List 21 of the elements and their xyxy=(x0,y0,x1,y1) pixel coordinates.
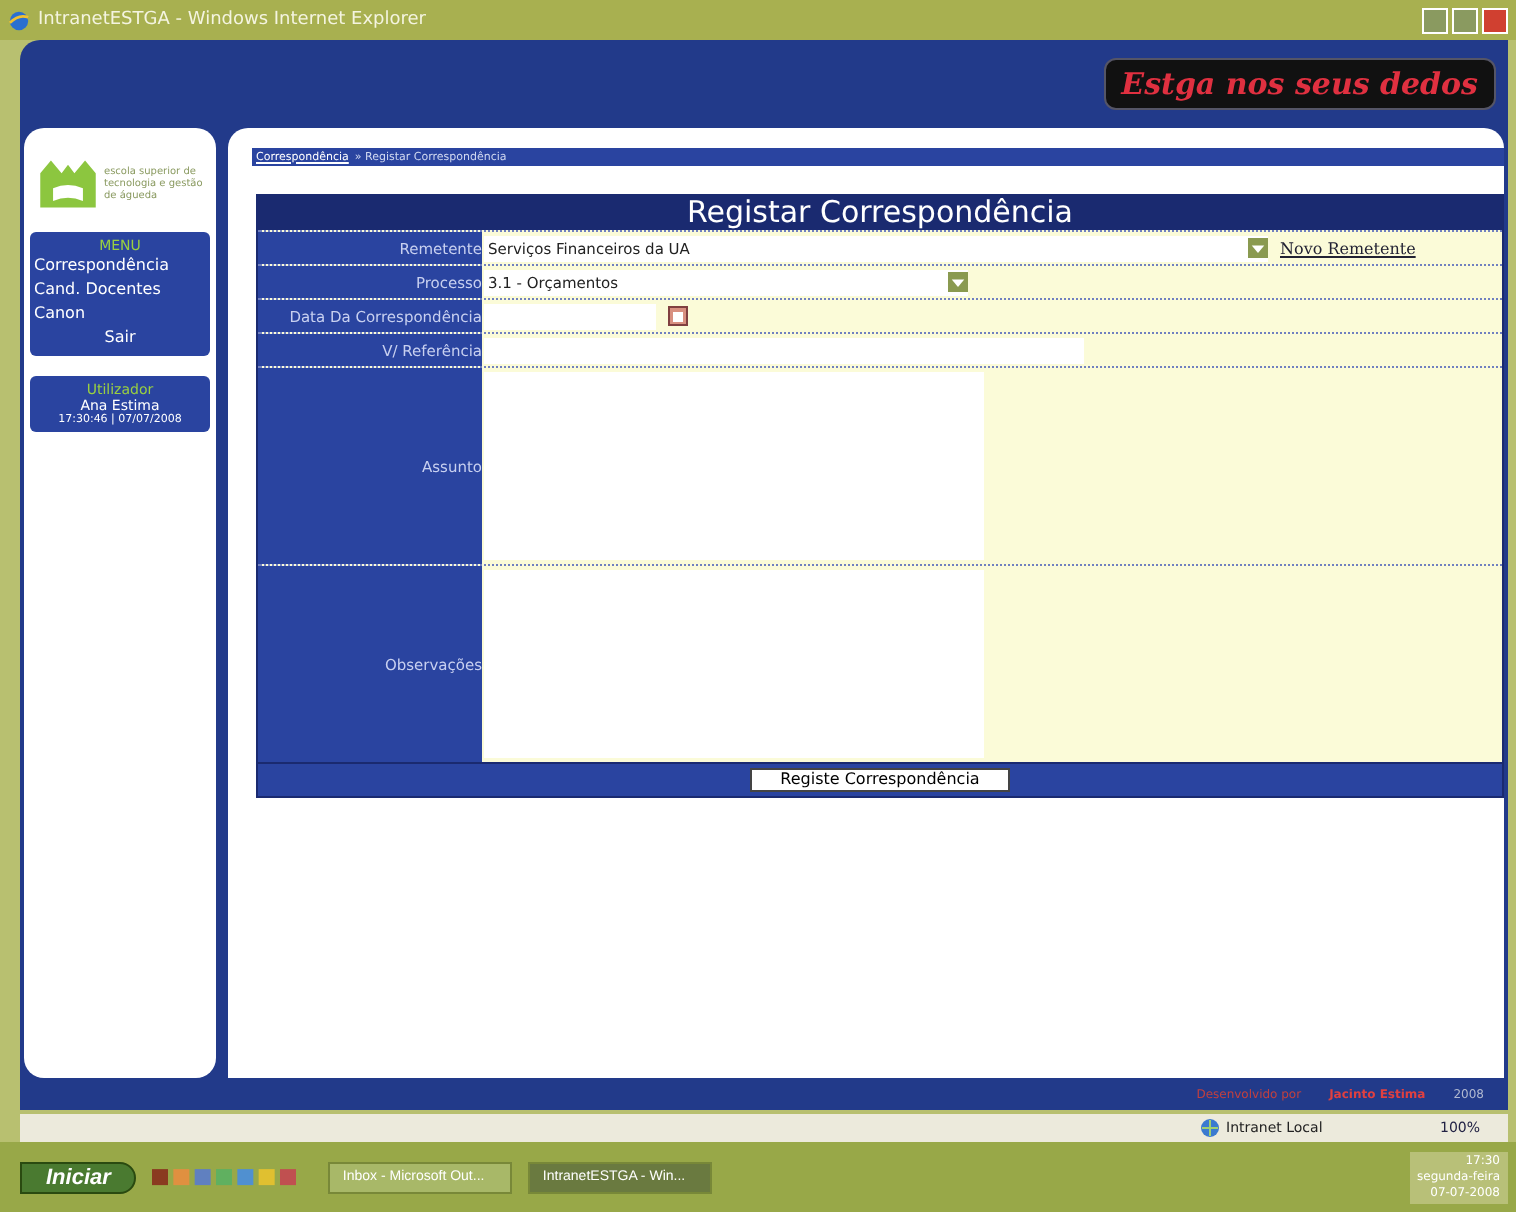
menu-item[interactable]: Correspondência xyxy=(34,254,206,278)
calendar-icon[interactable] xyxy=(668,306,688,326)
submit-button[interactable]: Registe Correspondência xyxy=(750,768,1010,792)
dropdown-icon xyxy=(948,272,968,292)
menu-item[interactable]: Canon xyxy=(34,302,206,326)
browser-icon xyxy=(8,9,30,31)
menu-item[interactable]: Cand. Docentes xyxy=(34,278,206,302)
start-button[interactable]: Iniciar xyxy=(20,1161,137,1193)
reference-field[interactable] xyxy=(484,337,1084,363)
logo-icon xyxy=(36,156,100,212)
new-sender-link[interactable]: Novo Remetente xyxy=(1280,239,1416,257)
slogan: Estga nos seus dedos xyxy=(1103,58,1496,110)
window-title: IntranetESTGA - Windows Internet Explorer xyxy=(38,10,426,30)
minimize-button[interactable] xyxy=(1422,7,1448,33)
form-title: Registar Correspondência xyxy=(258,196,1502,230)
maximize-button[interactable] xyxy=(1452,7,1478,33)
menu-item[interactable]: Sair xyxy=(34,326,206,350)
dropdown-icon xyxy=(1248,238,1268,258)
date-field[interactable] xyxy=(484,303,656,329)
globe-icon xyxy=(1200,1118,1220,1138)
close-button[interactable] xyxy=(1482,7,1508,33)
